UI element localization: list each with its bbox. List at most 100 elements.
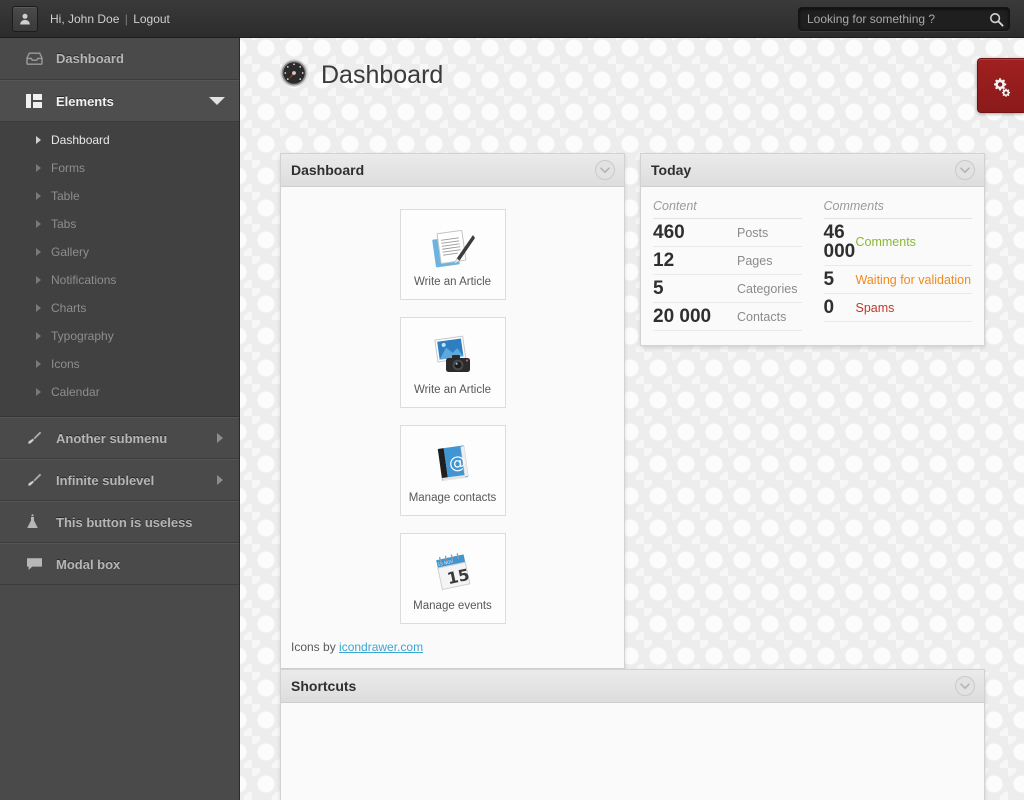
widget-shortcuts: Shortcuts: [280, 669, 985, 800]
icondrawer-link[interactable]: icondrawer.com: [339, 640, 423, 654]
tile-manage-events[interactable]: 15 NOV 15 Manage events: [399, 533, 506, 624]
sidebar-subitem-notifications[interactable]: Notifications: [0, 266, 239, 294]
tile-write-an-article-photo[interactable]: Write an Article: [399, 317, 506, 408]
address-book-icon: @: [429, 438, 477, 490]
stat-label: Pages: [737, 253, 773, 268]
sidebar-subitem-label: Forms: [51, 161, 85, 175]
sidebar-subitem-tabs[interactable]: Tabs: [0, 210, 239, 238]
icon-credit-prefix: Icons by: [291, 640, 340, 654]
stat-label: Spams: [855, 300, 895, 315]
calendar-icon: 15 NOV 15: [429, 546, 477, 598]
photo-camera-icon: [429, 330, 477, 382]
triangle-right-icon: [36, 332, 41, 340]
triangle-right-icon: [36, 192, 41, 200]
triangle-right-icon: [36, 136, 41, 144]
user-avatar-icon: [20, 13, 30, 24]
sidebar-item-elements[interactable]: Elements: [0, 80, 239, 122]
widget-shortcuts-header: Shortcuts: [281, 670, 984, 703]
page-title-text: Dashboard: [321, 61, 444, 89]
sidebar-item-another-submenu[interactable]: Another submenu: [0, 417, 239, 459]
search-icon: [989, 12, 1004, 27]
stat-row: 12 Pages: [653, 247, 802, 275]
chevron-down-icon: [960, 166, 970, 173]
sidebar-item-label: Modal box: [56, 556, 121, 572]
sidebar-subitem-label: Charts: [51, 301, 87, 315]
layout-columns-icon: [26, 94, 44, 108]
stat-label: Posts: [737, 225, 769, 240]
search-button[interactable]: [983, 8, 1009, 30]
brush-icon: [26, 430, 44, 446]
widget-dashboard-header: Dashboard: [281, 154, 624, 187]
tile-label: Write an Article: [413, 275, 492, 288]
triangle-right-icon: [36, 220, 41, 228]
today-column-comments: Comments 46 000 Comments 5 Waiting for v…: [812, 199, 972, 331]
widget-dashboard-title: Dashboard: [291, 162, 365, 178]
avatar[interactable]: [12, 5, 38, 32]
stat-label: Waiting for validation: [855, 272, 972, 287]
sidebar-item-useless-button[interactable]: This button is useless: [0, 501, 239, 543]
sidebar-item-modal-box[interactable]: Modal box: [0, 543, 239, 585]
stat-value: 0: [823, 297, 835, 318]
greeting-block: Hi, John Doe | Logout: [50, 12, 170, 26]
sidebar-subitem-gallery[interactable]: Gallery: [0, 238, 239, 266]
top-bar: Hi, John Doe | Logout: [0, 0, 1024, 38]
stat-row: 46 000 Comments: [823, 219, 972, 266]
tile-label: Manage events: [413, 599, 492, 612]
dashboard-tile-list: Write an Article Write an Article @ Mana…: [281, 187, 624, 628]
triangle-right-icon: [36, 248, 41, 256]
stat-row: 0 Spams: [823, 294, 972, 322]
today-stats: Content 460 Posts 12 Pages 5 Categories: [641, 187, 984, 345]
page-title: Dashboard: [279, 58, 1024, 93]
tile-write-an-article-document[interactable]: Write an Article: [399, 209, 506, 300]
logout-link[interactable]: Logout: [133, 12, 170, 26]
sidebar-item-label: Dashboard: [56, 51, 124, 66]
sidebar-subitem-charts[interactable]: Charts: [0, 294, 239, 322]
flask-icon: [26, 514, 44, 530]
today-column-content: Content 460 Posts 12 Pages 5 Categories: [653, 199, 812, 331]
sidebar-subitem-label: Notifications: [51, 273, 117, 287]
sidebar-subitem-typography[interactable]: Typography: [0, 322, 239, 350]
widget-shortcuts-title: Shortcuts: [291, 678, 357, 694]
speedometer-icon: [279, 58, 309, 93]
widget-today: Today Content 460 Posts 12 Pages 5 Categ…: [640, 153, 985, 346]
sidebar-subitem-label: Icons: [51, 357, 80, 371]
main-content: Dashboard Dashboard Write an Article Wri…: [241, 38, 1024, 800]
collapse-toggle-shortcuts[interactable]: [955, 676, 975, 696]
triangle-right-icon: [36, 276, 41, 284]
tile-label: Manage contacts: [408, 491, 497, 504]
chevron-right-icon: [217, 433, 223, 443]
sidebar-subitem-dashboard[interactable]: Dashboard: [0, 126, 239, 154]
settings-button[interactable]: [977, 58, 1024, 113]
sidebar-submenu-elements: Dashboard Forms Table Tabs Gallery Notif…: [0, 122, 239, 417]
inbox-icon: [26, 52, 44, 65]
widget-today-title: Today: [651, 162, 692, 178]
sidebar-item-label: Another submenu: [56, 430, 168, 446]
svg-text:@: @: [447, 452, 467, 474]
collapse-toggle-today[interactable]: [955, 160, 975, 180]
search-input[interactable]: [799, 12, 983, 26]
shortcuts-body: [281, 703, 984, 800]
speech-bubble-icon: [26, 557, 44, 571]
greeting-text: Hi, John Doe: [50, 11, 120, 26]
sidebar-subitem-table[interactable]: Table: [0, 182, 239, 210]
sidebar-item-infinite-sublevel[interactable]: Infinite sublevel: [0, 459, 239, 501]
chevron-down-icon: [600, 166, 610, 173]
sidebar-subitem-label: Tabs: [51, 217, 77, 231]
chevron-right-icon: [217, 475, 223, 485]
sidebar-subitem-icons[interactable]: Icons: [0, 350, 239, 378]
collapse-toggle-dashboard[interactable]: [595, 160, 615, 180]
document-pen-icon: [429, 222, 477, 274]
sidebar-item-dashboard[interactable]: Dashboard: [0, 38, 239, 80]
stat-value: 5: [823, 269, 835, 290]
sidebar-subitem-label: Table: [51, 189, 80, 203]
today-column-caption: Content: [653, 199, 802, 219]
stat-value: 12: [653, 250, 675, 271]
gears-icon: [994, 77, 1011, 97]
tile-label: Write an Article: [413, 383, 492, 396]
search-box[interactable]: [798, 7, 1010, 31]
sidebar-item-label: Elements: [56, 93, 114, 109]
sidebar-subitem-calendar[interactable]: Calendar: [0, 378, 239, 406]
tile-manage-contacts[interactable]: @ Manage contacts: [399, 425, 506, 516]
sidebar-subitem-label: Dashboard: [51, 133, 110, 147]
sidebar-subitem-forms[interactable]: Forms: [0, 154, 239, 182]
